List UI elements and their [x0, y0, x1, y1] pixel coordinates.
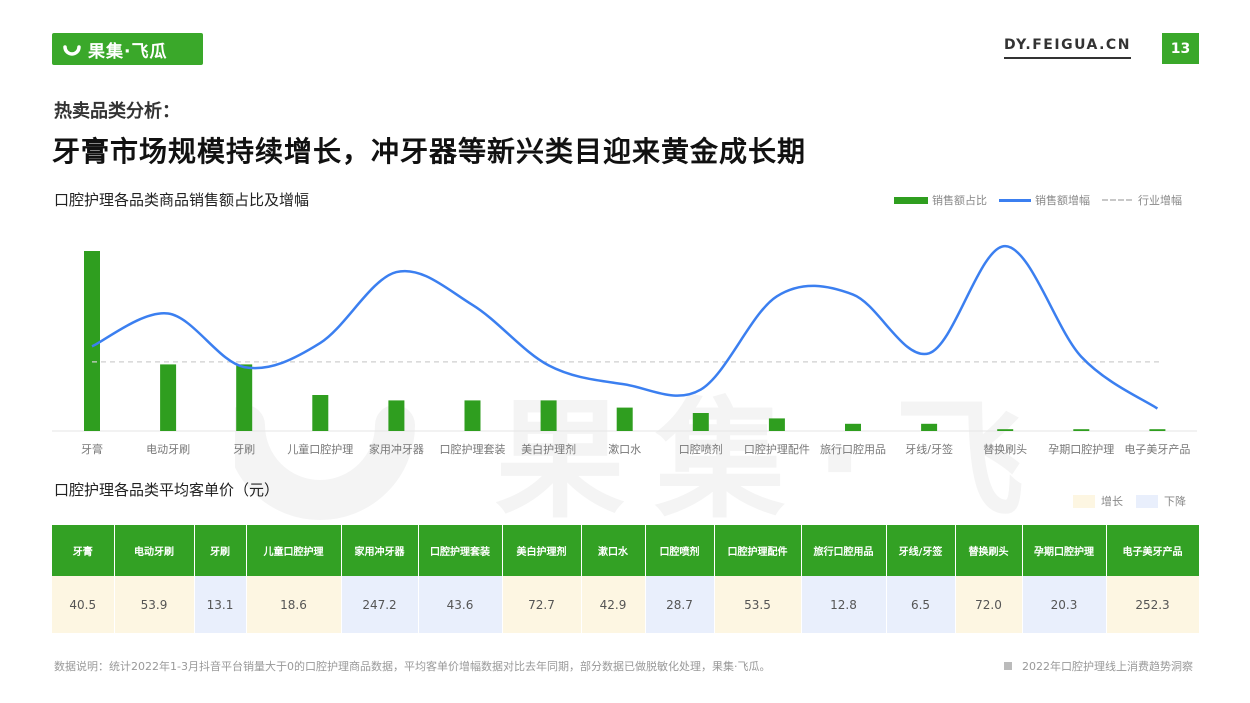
bar-5	[464, 400, 481, 431]
table-header-cell: 电子美牙产品	[1106, 525, 1200, 576]
bar-0	[84, 251, 100, 431]
legend-up: 增长	[1073, 493, 1123, 509]
bar-9	[768, 418, 785, 431]
table-header-cell: 电动牙刷	[114, 525, 195, 576]
legend-down-label: 下降	[1164, 495, 1186, 508]
table-header-cell: 孕期口腔护理	[1022, 525, 1107, 576]
x-tick-label-12: 替换刷头	[983, 442, 1027, 456]
x-tick-label-14: 电子美牙产品	[1124, 442, 1190, 456]
x-tick-label-8: 口腔喷剂	[679, 442, 723, 456]
table-cell: 20.3	[1022, 576, 1107, 633]
table-cell: 13.1	[194, 576, 247, 633]
table-cell: 12.8	[801, 576, 887, 633]
bar-12	[997, 429, 1014, 431]
table-header-cell: 漱口水	[581, 525, 646, 576]
table-header-cell: 旅行口腔用品	[801, 525, 887, 576]
footer-report-label: 2022年口腔护理线上消费趋势洞察	[1022, 660, 1193, 673]
x-tick-label-13: 孕期口腔护理	[1048, 442, 1114, 456]
table-cell: 72.7	[502, 576, 582, 633]
legend-down: 下降	[1136, 493, 1186, 509]
table-header-cell: 口腔喷剂	[645, 525, 715, 576]
bar-4	[388, 400, 405, 431]
x-tick-label-3: 儿童口腔护理	[287, 442, 353, 456]
bar-3	[312, 395, 329, 431]
legend-up-swatch	[1073, 494, 1095, 508]
bar-8	[692, 413, 709, 431]
table-cell: 18.6	[246, 576, 342, 633]
table-header-cell: 儿童口腔护理	[246, 525, 342, 576]
table-cell: 72.0	[955, 576, 1023, 633]
price-table: 牙膏 电动牙刷 牙刷 儿童口腔护理 家用冲牙器 口腔护理套装 美白护理剂 漱口水 口腔喷剂 口腔护…	[52, 525, 1200, 633]
table-cell: 252.3	[1106, 576, 1200, 633]
table-cell: 42.9	[581, 576, 646, 633]
table-header-cell: 牙线/牙签	[886, 525, 956, 576]
footer-square-icon	[1004, 662, 1012, 670]
footer-report-title: 2022年口腔护理线上消费趋势洞察	[1004, 658, 1193, 674]
table-row: 40.5 53.9 13.1 18.6 247.2 43.6 72.7 42.9 28.7 53.…	[52, 576, 1200, 633]
table-header-cell: 替换刷头	[955, 525, 1023, 576]
bar-10	[845, 423, 861, 431]
bar-14	[1149, 429, 1166, 431]
table-cell: 53.9	[114, 576, 195, 633]
x-tick-label-7: 漱口水	[608, 443, 641, 456]
table-header-cell: 口腔护理套装	[418, 525, 503, 576]
table-cell: 43.6	[418, 576, 503, 633]
x-tick-label-5: 口腔护理套装	[440, 442, 506, 456]
x-tick-label-9: 口腔护理配件	[744, 442, 810, 456]
x-tick-label-10: 旅行口腔用品	[820, 442, 886, 456]
x-tick-label-2: 牙刷	[233, 443, 255, 456]
x-tick-label-4: 家用冲牙器	[369, 442, 424, 456]
bar-1	[160, 364, 177, 431]
bar-11	[921, 423, 938, 431]
legend-down-swatch	[1136, 494, 1158, 508]
bar-2	[236, 364, 253, 431]
table-legend: 增长 下降	[1060, 493, 1186, 509]
bar-7	[616, 407, 633, 431]
x-tick-label-6: 美白护理剂	[521, 442, 576, 456]
table-cell: 247.2	[341, 576, 419, 633]
table-cell: 28.7	[645, 576, 715, 633]
data-note: 数据说明：统计2022年1-3月抖音平台销量大于0的口腔护理商品数据，平均客单价…	[54, 660, 771, 673]
sales-chart: 牙膏 电动牙刷 牙刷 儿童口腔护理 家用冲牙器 口腔护理套装 美白护理剂 漱口水 口腔喷剂 口腔护…	[52, 244, 1197, 456]
table-header-cell: 牙膏	[52, 525, 115, 576]
table-cell: 53.5	[714, 576, 802, 633]
table-header-cell: 牙刷	[194, 525, 247, 576]
legend-up-label: 增长	[1101, 495, 1123, 508]
table-header-row: 牙膏 电动牙刷 牙刷 儿童口腔护理 家用冲牙器 口腔护理套装 美白护理剂 漱口水 口腔喷剂 口腔护…	[52, 525, 1200, 576]
x-tick-label-1: 电动牙刷	[146, 443, 190, 456]
table-cell: 40.5	[52, 576, 115, 633]
x-tick-label-0: 牙膏	[81, 442, 103, 456]
table-cell: 6.5	[886, 576, 956, 633]
table-header-cell: 美白护理剂	[502, 525, 582, 576]
bar-6	[540, 400, 557, 431]
table-header-cell: 家用冲牙器	[341, 525, 419, 576]
x-tick-label-11: 牙线/牙签	[905, 442, 953, 456]
table-title: 口腔护理各品类平均客单价（元）	[54, 481, 280, 499]
bar-13	[1073, 429, 1090, 431]
table-header-cell: 口腔护理配件	[714, 525, 802, 576]
